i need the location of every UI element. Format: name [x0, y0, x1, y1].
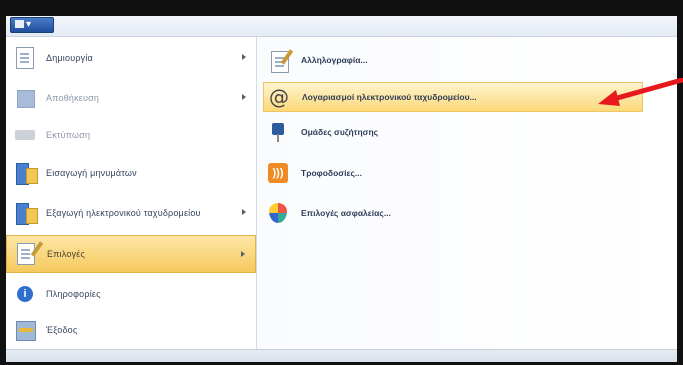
submenu-arrow-icon — [242, 54, 246, 60]
menu-item-about[interactable]: i Πληροφορίες — [6, 275, 256, 313]
menu-item-label: Εκτύπωση — [46, 130, 91, 140]
red-pointer-arrow — [598, 78, 683, 106]
menu-item-print[interactable]: Εκτύπωση — [6, 116, 256, 154]
submenu-item-newsgroups[interactable]: Ομάδες συζήτησης — [263, 117, 643, 147]
rss-icon: ))) — [267, 162, 289, 184]
menu-item-label: Εξαγωγή ηλεκτρονικού ταχυδρομείου — [46, 208, 201, 218]
submenu-arrow-icon — [241, 251, 245, 257]
menu-item-label: Αποθήκευση — [46, 93, 100, 103]
app-menu-button[interactable]: ▾ — [10, 17, 54, 33]
menu-item-export-email[interactable]: Εξαγωγή ηλεκτρονικού ταχυδρομείου — [6, 194, 256, 232]
menu-item-label: Δημιουργία — [46, 53, 93, 63]
menu-item-label: Επιλογές — [47, 249, 86, 259]
submenu-item-label: Τροφοδοσίες... — [301, 168, 362, 178]
submenu-item-mail[interactable]: Αλληλογραφία... — [263, 45, 643, 75]
menu-item-save[interactable]: Αποθήκευση — [6, 79, 256, 117]
submenu-item-safety-options[interactable]: Επιλογές ασφαλείας... — [263, 198, 643, 228]
submenu-item-email-accounts[interactable]: @ Λογαριασμοί ηλεκτρονικού ταχυδρομείου.… — [263, 82, 643, 112]
app-menu-caret: ▾ — [26, 19, 32, 30]
submenu-item-label: Επιλογές ασφαλείας... — [301, 208, 391, 218]
export-icon — [12, 200, 38, 226]
file-menu-left-pane: Δημιουργία Αποθήκευση Εκτύπωση Εισαγωγή … — [6, 37, 257, 349]
menu-item-import-messages[interactable]: Εισαγωγή μηνυμάτων — [6, 154, 256, 192]
menu-item-exit[interactable]: Έξοδος — [6, 311, 256, 349]
info-icon: i — [12, 281, 38, 307]
options-document-icon — [13, 241, 44, 267]
menu-item-label: Εισαγωγή μηνυμάτων — [46, 168, 137, 178]
submenu-arrow-icon — [242, 94, 246, 100]
menu-item-options[interactable]: Επιλογές — [6, 235, 256, 273]
submenu-item-label: Λογαριασμοί ηλεκτρονικού ταχυδρομείου... — [302, 92, 477, 102]
shield-icon — [267, 202, 289, 224]
menu-item-label: Έξοδος — [46, 325, 78, 335]
mail-options-icon — [267, 49, 294, 73]
submenu-item-feeds[interactable]: ))) Τροφοδοσίες... — [263, 158, 643, 188]
submenu-item-label: Αλληλογραφία... — [301, 55, 368, 65]
menu-item-new[interactable]: Δημιουργία — [6, 39, 256, 77]
submenu-arrow-icon — [242, 209, 246, 215]
menu-item-label: Πληροφορίες — [46, 289, 101, 299]
exit-icon — [12, 317, 38, 343]
new-document-icon — [12, 45, 38, 71]
print-icon — [12, 122, 38, 148]
save-icon — [12, 85, 38, 111]
app-menu-icon — [15, 20, 24, 29]
at-sign-icon: @ — [269, 85, 289, 109]
ribbon-bar — [6, 16, 677, 37]
submenu-item-label: Ομάδες συζήτησης — [301, 127, 379, 137]
status-strip — [6, 349, 677, 362]
import-icon — [12, 160, 38, 186]
newsgroup-pin-icon — [267, 121, 289, 143]
